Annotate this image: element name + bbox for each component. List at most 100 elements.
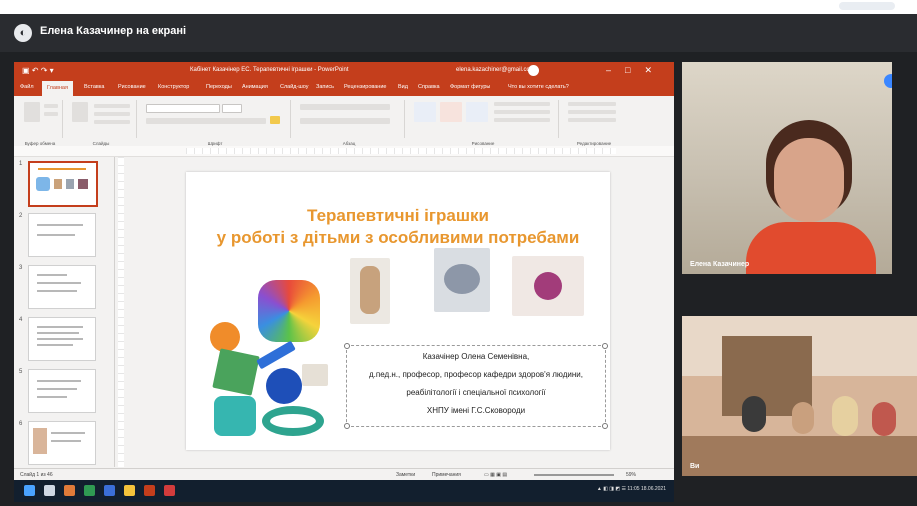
bottle-shape: [360, 266, 380, 314]
clock-time: 11:05: [627, 486, 640, 492]
account-avatar[interactable]: [528, 65, 539, 76]
search-icon[interactable]: [44, 485, 55, 496]
meeting-bottom-bar: [674, 480, 917, 506]
thumb-line: [37, 326, 83, 328]
thumb-line: [37, 282, 81, 284]
shapes-gallery[interactable]: [414, 102, 436, 122]
thumb-line: [37, 338, 83, 340]
comments-button[interactable]: Примечания: [432, 472, 461, 478]
quick-access-icons[interactable]: ▣ ↶ ↷ ▾: [22, 66, 54, 75]
document-title: Кабінет Казачінер ЕС. Терапевтичні іграш…: [190, 67, 349, 73]
tab-draw[interactable]: Рисование: [118, 84, 146, 90]
copy-button[interactable]: [44, 112, 58, 116]
excel-icon[interactable]: [84, 485, 95, 496]
author-university: ХНПУ імені Г.С.Сковороди: [426, 406, 526, 415]
ribbon: Буфер обмена Слайды Шрифт Абзац Рисовани…: [14, 96, 674, 147]
octopus-toy-image[interactable]: [512, 256, 584, 316]
toys-collage-image[interactable]: [206, 272, 338, 442]
font-size-select[interactable]: [222, 104, 242, 113]
resize-handle[interactable]: [344, 423, 350, 429]
word-icon[interactable]: [104, 485, 115, 496]
x-shape-toy: [214, 396, 256, 436]
person-shape: [872, 402, 896, 436]
slide-canvas[interactable]: Терапевтичні іграшки у роботі з дітьми з…: [186, 172, 610, 450]
ppt-title-bar: ▣ ↶ ↷ ▾ Кабінет Казачінер ЕС. Терапевтич…: [14, 62, 674, 80]
zoom-slider[interactable]: [534, 474, 614, 476]
layout-button[interactable]: [94, 104, 130, 108]
font-format-buttons[interactable]: [146, 118, 266, 124]
firefox-icon[interactable]: [64, 485, 75, 496]
tab-view[interactable]: Вид: [398, 84, 408, 90]
section-button[interactable]: [94, 120, 130, 124]
shape-outline-button[interactable]: [494, 110, 550, 114]
list-buttons[interactable]: [300, 104, 390, 110]
tab-shape-format[interactable]: Формат фигуры: [450, 84, 490, 90]
new-slide-button[interactable]: [72, 102, 88, 122]
tab-review[interactable]: Рецензирование: [344, 84, 386, 90]
screen-share-icon: ◐: [14, 24, 32, 42]
slide-thumbnail[interactable]: [28, 317, 96, 361]
resize-handle[interactable]: [602, 343, 608, 349]
system-tray[interactable]: ▲ ◧ ◨ ◩ ☰ 11:05 18.06.2021: [597, 486, 666, 492]
slide-thumbnail[interactable]: [28, 161, 98, 207]
notes-button[interactable]: Заметки: [396, 472, 415, 478]
cut-button[interactable]: [44, 104, 58, 108]
thumb-line: [37, 234, 75, 236]
author-textbox[interactable]: Казачінер Олена Семенівна, д.пед.н., про…: [344, 343, 608, 429]
shape-fill-button[interactable]: [494, 102, 550, 106]
tab-insert[interactable]: Вставка: [84, 84, 104, 90]
tab-slideshow[interactable]: Слайд-шоу: [280, 84, 309, 90]
presenter-video-tile[interactable]: Елена Казачинер: [682, 62, 892, 274]
tell-me-search[interactable]: Что вы хотите сделать?: [508, 84, 569, 90]
resize-handle[interactable]: [344, 343, 350, 349]
tab-help[interactable]: Справка: [418, 84, 440, 90]
tab-home[interactable]: Главная: [42, 81, 73, 96]
powerpoint-window: ▣ ↶ ↷ ▾ Кабінет Казачінер ЕС. Терапевтич…: [14, 62, 674, 480]
slide-title-line1: Терапевтичні іграшки: [307, 206, 489, 225]
thumb-image: [36, 177, 50, 191]
slide-thumbnail[interactable]: [28, 265, 96, 309]
tab-transitions[interactable]: Переходы: [206, 84, 232, 90]
quick-styles-button[interactable]: [466, 102, 488, 122]
explorer-icon[interactable]: [124, 485, 135, 496]
start-icon[interactable]: [24, 485, 35, 496]
view-buttons[interactable]: ▭ ▦ ▣ ▤: [484, 472, 507, 478]
slide-thumbnail[interactable]: [28, 421, 96, 465]
select-button[interactable]: [568, 118, 616, 122]
thumb-line: [37, 290, 77, 292]
slide-thumbnail[interactable]: [28, 213, 96, 257]
sand-bottle-image[interactable]: [350, 258, 390, 324]
tab-design[interactable]: Конструктор: [158, 84, 189, 90]
account-email[interactable]: elena.kazachiner@gmail.com: [456, 67, 535, 73]
box-toy: [302, 364, 328, 386]
meeting-window: ◐ Елена Казачинер на екрані ▣ ↶ ↷ ▾ Кабі…: [0, 14, 917, 506]
thumb-line: [37, 224, 83, 226]
font-name-select[interactable]: [146, 104, 220, 113]
shape-effects-button[interactable]: [494, 118, 550, 122]
paste-button[interactable]: [24, 102, 40, 122]
octopus-shape: [534, 272, 562, 300]
align-buttons[interactable]: [300, 118, 390, 124]
self-video-tile[interactable]: Ви: [682, 316, 917, 476]
opera-icon[interactable]: [164, 485, 175, 496]
reset-button[interactable]: [94, 112, 130, 116]
highlight-color-icon[interactable]: [270, 116, 280, 124]
zoom-level[interactable]: 59%: [626, 472, 636, 478]
tab-animations[interactable]: Анимация: [242, 84, 268, 90]
tab-record[interactable]: Запись: [316, 84, 334, 90]
powerpoint-icon[interactable]: [144, 485, 155, 496]
slide-title-line2: у роботі з дітьми з особливими потребами: [216, 228, 580, 247]
hedgehog-toy-image[interactable]: [434, 248, 490, 312]
slide-number: 2: [19, 213, 23, 219]
ribbon-group-font: Шрифт: [140, 100, 291, 146]
replace-button[interactable]: [568, 110, 616, 114]
ribbon-group-editing: Редактирование: [562, 100, 626, 146]
arrange-button[interactable]: [440, 102, 462, 122]
slide-thumbnail[interactable]: [28, 369, 96, 413]
thumb-image: [33, 428, 47, 454]
resize-handle[interactable]: [602, 423, 608, 429]
find-button[interactable]: [568, 102, 616, 106]
tab-file[interactable]: Файл: [20, 84, 34, 90]
window-controls[interactable]: –□✕: [606, 65, 666, 76]
author-department: реабілітології і спеціальної психології: [406, 388, 546, 397]
